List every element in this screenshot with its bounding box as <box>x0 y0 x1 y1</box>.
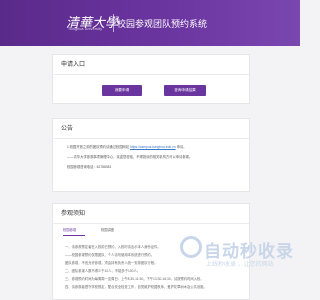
apply-button[interactable]: 我要申请 <box>102 85 142 96</box>
visit-line: 二、团队参观人数不得少于10人，不能多于100人。 <box>65 269 141 273</box>
tab-campus-lecture[interactable]: 校园讲座 <box>101 224 114 236</box>
logo-subtext: Tsinghua University <box>68 27 103 31</box>
notice-heading: 公告 <box>53 119 249 139</box>
visit-line: 团队参观，不但允许参观，须由持有负责人统一安排团队行程。 <box>65 261 158 265</box>
header-banner: 清華大學 Tsinghua University 校园参观团队预约系统 <box>0 0 300 46</box>
visit-line: 四、请参观者遵守学校规定，配合安全检查工作，自觉维护校园秩序，爱护花草树木及公共… <box>65 285 207 289</box>
visit-heading: 参观须知 <box>53 204 249 224</box>
visit-line: ——校园参观预约仅限团队，个人请勿使用本系统进行预约。 <box>65 253 155 257</box>
visit-tabs: 校园参观 校园讲座 <box>63 224 243 236</box>
watermark: 自动秒收录 上线秒收录 ，让您的网站 <box>180 236 300 276</box>
notice-line: 校园参观咨询电话：62788081 <box>67 165 112 169</box>
header-divider <box>113 14 114 32</box>
visit-line: 一、请参观预定者在入校前已预约，入校时请出示本人身份证件。 <box>65 245 161 249</box>
site-title: 校园参观团队预约系统 <box>117 19 208 29</box>
active-tab-indicator <box>63 235 85 236</box>
apply-card: 申请入口 我要申请 查询申请结果 <box>52 54 250 104</box>
apply-heading: 申请入口 <box>53 55 249 75</box>
visit-line: 三、参观预约时间为每周周一至周日：上午8:30-11:30；下午13:30-16… <box>65 277 204 281</box>
watermark-logo-icon <box>180 236 202 258</box>
university-logo[interactable]: 清華大學 Tsinghua University <box>66 12 118 34</box>
query-result-button[interactable]: 查询申请结果 <box>164 85 206 96</box>
watermark-subtext: 上线秒收录 ，让您的网站 <box>206 262 274 268</box>
notice-line: 1.校园开放之前的团队预约请通过校园网站 https://campus.tsin… <box>67 145 187 149</box>
notice-line: ——清华大学参观事项管理中心，欢迎您莅临，不得投诉的相关机构方可以申请参观。 <box>67 155 193 159</box>
notice-card: 公告 1.校园开放之前的团队预约请通过校园网站 https://campus.t… <box>52 118 250 192</box>
notice-link[interactable]: https://campus.tsinghua.edu.cn <box>130 145 176 149</box>
